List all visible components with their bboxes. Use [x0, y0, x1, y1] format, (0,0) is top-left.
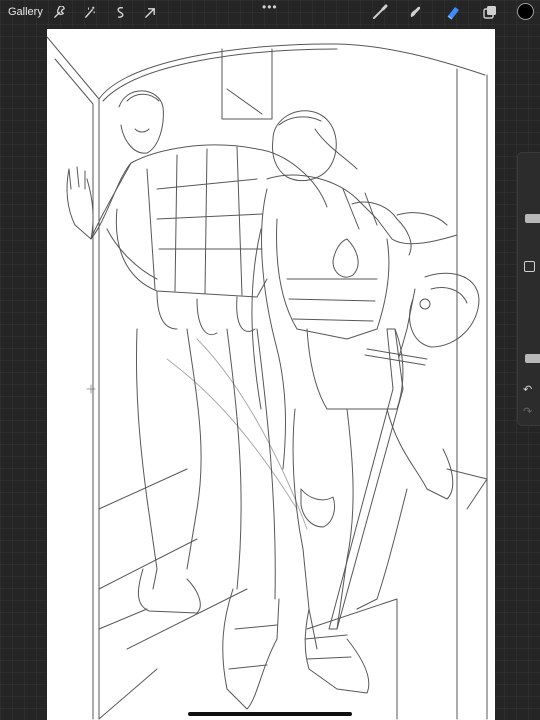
- color-picker-button[interactable]: [517, 3, 534, 20]
- procreate-app: Gallery ••• ↶ ↷: [0, 0, 540, 720]
- drawing-canvas[interactable]: [47, 29, 495, 720]
- selection-icon[interactable]: [111, 3, 129, 21]
- top-toolbar: Gallery •••: [0, 0, 540, 24]
- transform-arrow-icon[interactable]: [141, 3, 159, 21]
- eraser-icon[interactable]: [443, 3, 463, 21]
- sketch-drawing: [47, 36, 488, 720]
- smudge-icon[interactable]: [405, 3, 425, 21]
- brush-size-knob[interactable]: [525, 213, 540, 223]
- brush-sidebar: ↶ ↷: [517, 152, 540, 426]
- home-indicator: [188, 712, 352, 716]
- undo-button[interactable]: ↶: [523, 383, 532, 396]
- wrench-icon[interactable]: [50, 3, 68, 21]
- opacity-slider[interactable]: [522, 281, 540, 371]
- opacity-knob[interactable]: [525, 353, 540, 363]
- redo-button[interactable]: ↷: [523, 405, 532, 418]
- modify-button[interactable]: [524, 261, 535, 272]
- brush-size-slider[interactable]: [522, 161, 540, 251]
- gallery-button[interactable]: Gallery: [8, 4, 43, 20]
- magic-wand-icon[interactable]: [80, 3, 98, 21]
- layers-icon[interactable]: [480, 3, 500, 21]
- more-options-button[interactable]: •••: [262, 1, 278, 13]
- brush-icon[interactable]: [370, 3, 390, 21]
